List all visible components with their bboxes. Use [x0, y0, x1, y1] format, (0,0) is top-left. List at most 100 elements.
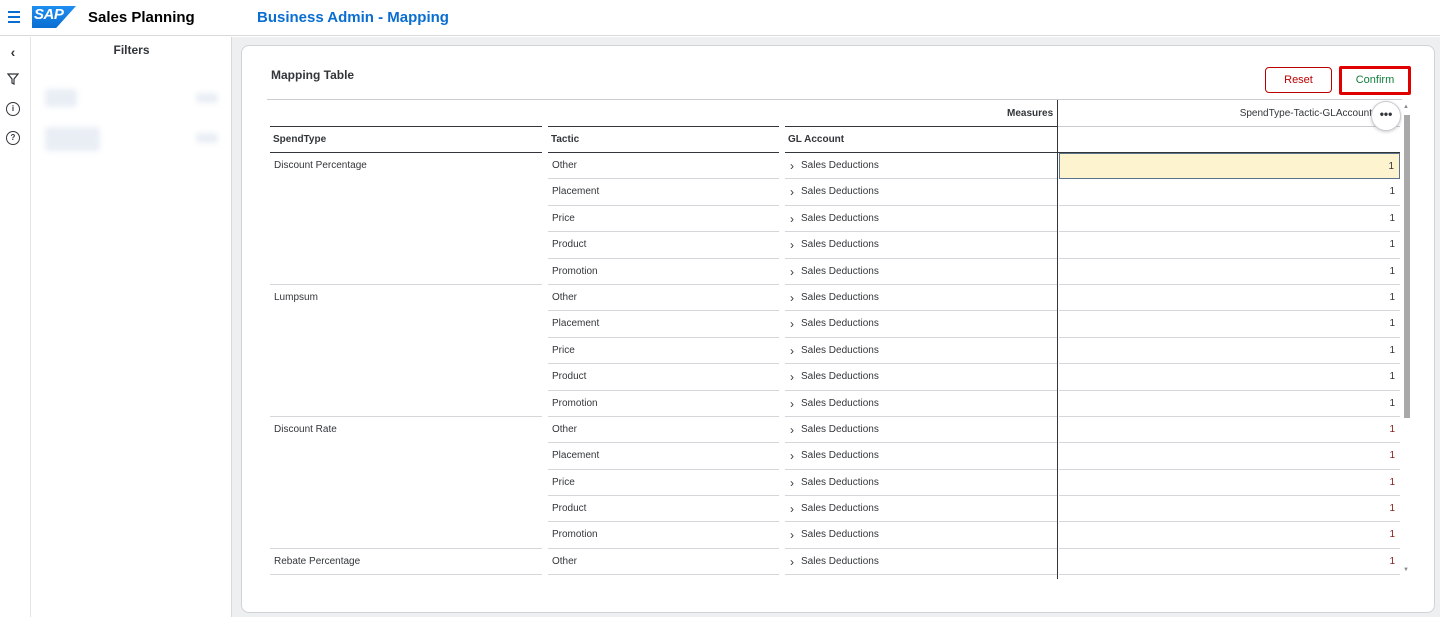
cell-value[interactable]: 1: [1059, 443, 1400, 470]
menu-icon[interactable]: [8, 11, 20, 23]
cell-value[interactable]: 1: [1059, 391, 1400, 417]
cell-spendtype: [270, 206, 542, 232]
table-row: Product › Sales Deductions 1: [267, 496, 1402, 523]
filter-item-blurred[interactable]: [45, 89, 77, 107]
cell-tactic[interactable]: Placement: [548, 443, 779, 470]
cell-value[interactable]: 1: [1059, 206, 1400, 233]
cell-value[interactable]: 1: [1059, 496, 1400, 523]
filter-icon[interactable]: [6, 73, 20, 87]
more-options-button[interactable]: •••: [1371, 101, 1401, 131]
cell-tactic[interactable]: Product: [548, 232, 779, 259]
cell-tactic[interactable]: Placement: [548, 179, 779, 206]
cell-spendtype[interactable]: Rebate Percentage: [270, 549, 542, 576]
cell-gl-account[interactable]: › Sales Deductions: [785, 391, 1057, 417]
cell-spendtype: [270, 443, 542, 469]
cell-tactic[interactable]: Product: [548, 364, 779, 391]
table-row: Promotion › Sales Deductions 1: [267, 391, 1402, 417]
expand-chevron-icon[interactable]: ›: [790, 232, 794, 258]
expand-chevron-icon[interactable]: ›: [790, 549, 794, 575]
cell-gl-account[interactable]: › Sales Deductions: [785, 443, 1057, 470]
cell-gl-account[interactable]: › Sales Deductions: [785, 311, 1057, 338]
info-icon[interactable]: i: [6, 102, 20, 116]
cell-value[interactable]: 1: [1059, 364, 1400, 391]
expand-chevron-icon[interactable]: ›: [790, 522, 794, 548]
cell-gl-account[interactable]: › Sales Deductions: [785, 232, 1057, 259]
filters-title: Filters: [113, 43, 150, 57]
cell-tactic[interactable]: Price: [548, 470, 779, 497]
expand-chevron-icon[interactable]: ›: [790, 391, 794, 417]
cell-value[interactable]: 1: [1059, 179, 1400, 206]
cell-tactic[interactable]: Price: [548, 206, 779, 233]
cell-value[interactable]: 1: [1059, 549, 1400, 576]
cell-spendtype[interactable]: Lumpsum: [270, 285, 542, 311]
expand-chevron-icon[interactable]: ›: [790, 470, 794, 496]
collapse-icon[interactable]: ‹: [6, 45, 20, 59]
cell-value[interactable]: 1: [1059, 232, 1400, 259]
cell-gl-account[interactable]: › Sales Deductions: [785, 338, 1057, 365]
app-title[interactable]: Sales Planning: [88, 9, 195, 26]
scrollbar-thumb[interactable]: [1404, 115, 1410, 418]
cell-gl-account[interactable]: › Sales Deductions: [785, 549, 1057, 576]
cell-tactic[interactable]: Placement: [548, 311, 779, 338]
gl-account-label: Sales Deductions: [801, 371, 879, 383]
filter-item-blurred[interactable]: [45, 127, 100, 151]
filter-value-blurred: [196, 133, 218, 143]
cell-value[interactable]: 1: [1059, 417, 1400, 444]
expand-chevron-icon[interactable]: ›: [790, 259, 794, 285]
cell-tactic[interactable]: Promotion: [548, 259, 779, 285]
cell-gl-account[interactable]: › Sales Deductions: [785, 259, 1057, 285]
cell-gl-account[interactable]: › Sales Deductions: [785, 206, 1057, 233]
expand-chevron-icon[interactable]: ›: [790, 285, 794, 311]
expand-chevron-icon[interactable]: ›: [790, 338, 794, 364]
scroll-up-icon[interactable]: ▲: [1403, 104, 1409, 110]
confirm-button[interactable]: Confirm: [1339, 66, 1411, 95]
cell-gl-account[interactable]: › Sales Deductions: [785, 417, 1057, 444]
cell-tactic[interactable]: Product: [548, 496, 779, 523]
help-icon[interactable]: ?: [6, 131, 20, 145]
cell-value[interactable]: 1: [1059, 259, 1400, 285]
column-header-gl-account[interactable]: GL Account: [785, 126, 1057, 153]
column-header-tactic[interactable]: Tactic: [548, 126, 779, 153]
table-row: Discount Percentage Other › Sales Deduction…: [267, 153, 1402, 180]
cell-value[interactable]: 1: [1059, 153, 1400, 180]
cell-tactic[interactable]: Other: [548, 417, 779, 444]
measures-label: Measures: [1007, 108, 1054, 119]
cell-tactic[interactable]: Price: [548, 338, 779, 365]
cell-spendtype[interactable]: Discount Rate: [270, 417, 542, 443]
cell-spendtype: [270, 391, 542, 417]
expand-chevron-icon[interactable]: ›: [790, 179, 794, 205]
reset-button[interactable]: Reset: [1265, 67, 1332, 93]
cell-gl-account[interactable]: › Sales Deductions: [785, 496, 1057, 523]
expand-chevron-icon[interactable]: ›: [790, 443, 794, 469]
gl-account-label: Sales Deductions: [801, 318, 879, 330]
gl-account-label: Sales Deductions: [801, 344, 879, 356]
expand-chevron-icon[interactable]: ›: [790, 153, 794, 179]
scroll-down-icon[interactable]: ▼: [1403, 567, 1409, 573]
expand-chevron-icon[interactable]: ›: [790, 206, 794, 232]
cell-tactic[interactable]: Other: [548, 153, 779, 180]
cell-gl-account[interactable]: › Sales Deductions: [785, 522, 1057, 549]
cell-spendtype: [270, 232, 542, 258]
cell-tactic[interactable]: Promotion: [548, 522, 779, 549]
cell-gl-account[interactable]: › Sales Deductions: [785, 285, 1057, 312]
cell-gl-account[interactable]: › Sales Deductions: [785, 153, 1057, 180]
cell-value[interactable]: 1: [1059, 470, 1400, 497]
measure-header[interactable]: SpendType-Tactic-GLAccount: [1057, 100, 1402, 126]
cell-spendtype[interactable]: Discount Percentage: [270, 153, 542, 179]
expand-chevron-icon[interactable]: ›: [790, 417, 794, 443]
cell-gl-account[interactable]: › Sales Deductions: [785, 179, 1057, 206]
shell-bar: SAP Sales Planning Business Admin - Mapp…: [0, 0, 1440, 36]
expand-chevron-icon[interactable]: ›: [790, 311, 794, 337]
cell-gl-account[interactable]: › Sales Deductions: [785, 364, 1057, 391]
column-header-spendtype[interactable]: SpendType: [270, 126, 542, 153]
cell-value[interactable]: 1: [1059, 338, 1400, 365]
cell-value[interactable]: 1: [1059, 522, 1400, 549]
cell-tactic[interactable]: Promotion: [548, 391, 779, 417]
cell-value[interactable]: 1: [1059, 311, 1400, 338]
cell-gl-account[interactable]: › Sales Deductions: [785, 470, 1057, 497]
expand-chevron-icon[interactable]: ›: [790, 496, 794, 522]
cell-tactic[interactable]: Other: [548, 285, 779, 312]
cell-tactic[interactable]: Other: [548, 549, 779, 576]
cell-value[interactable]: 1: [1059, 285, 1400, 312]
expand-chevron-icon[interactable]: ›: [790, 364, 794, 390]
